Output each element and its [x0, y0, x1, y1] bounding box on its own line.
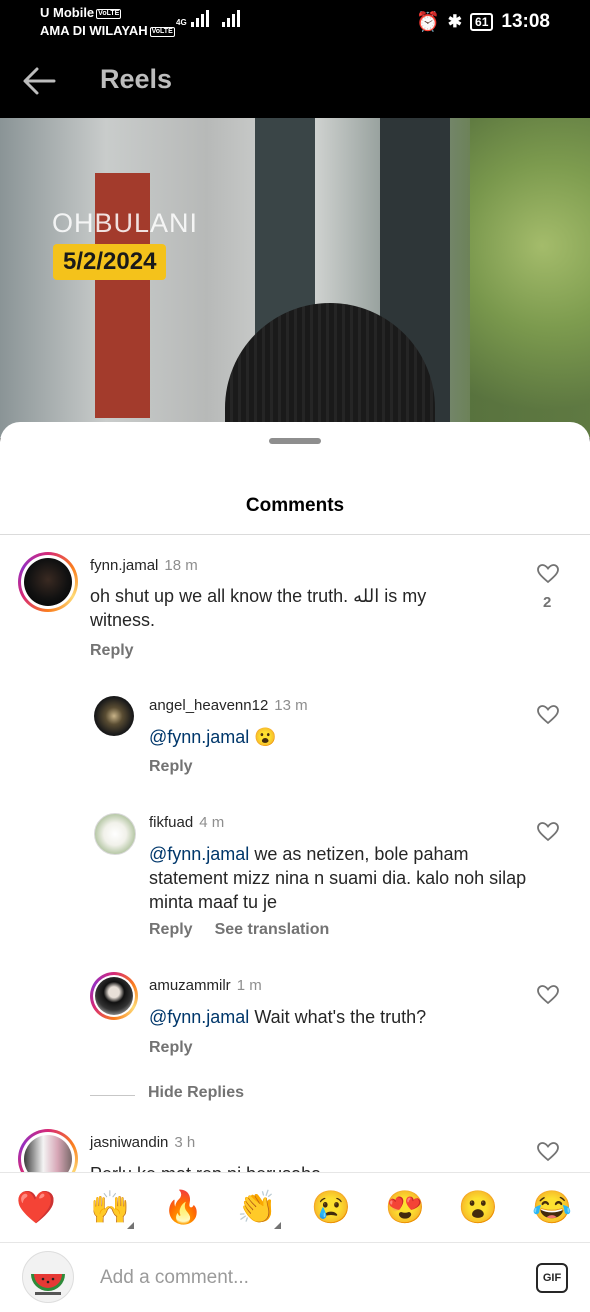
avatar[interactable]: [94, 813, 136, 855]
comment-header: amuzammilr 1 m: [149, 977, 262, 994]
comment-text: @fynn.jamal 😮: [149, 725, 529, 749]
heart-icon[interactable]: [537, 1142, 559, 1167]
crying-emoji-button[interactable]: 😢: [311, 1187, 351, 1227]
signal-icon: 4G: [176, 10, 209, 27]
heart-icon[interactable]: [537, 985, 559, 1010]
mention-link[interactable]: @fynn.jamal: [149, 727, 249, 747]
heart-emoji-button[interactable]: ❤️: [16, 1187, 56, 1227]
reply-button[interactable]: Reply: [149, 758, 193, 776]
comment-time: 1 m: [236, 977, 262, 994]
reel-video[interactable]: OHBULANI 5/2/2024: [0, 118, 590, 438]
signal-icon-2: [222, 10, 240, 27]
comment-header: angel_heavenn12 13 m: [149, 697, 308, 714]
bluetooth-icon: ✱: [447, 12, 463, 31]
reply-button[interactable]: Reply: [149, 921, 193, 938]
comment-time: 13 m: [274, 697, 308, 714]
page-title: Reels: [100, 64, 173, 94]
carrier-name: U Mobile: [40, 5, 95, 20]
username[interactable]: amuzammilr: [149, 977, 231, 994]
watermark-logo: OHBULANI: [52, 208, 199, 238]
network-type: 4G: [176, 18, 187, 27]
comment-header: jasniwandin 3 h: [90, 1134, 195, 1151]
heart-icon[interactable]: [537, 705, 559, 730]
username[interactable]: fynn.jamal: [90, 557, 158, 574]
reply-button[interactable]: Reply: [149, 1039, 193, 1057]
tree: [470, 118, 590, 438]
gif-button[interactable]: GIF: [536, 1263, 568, 1293]
comment-input-bar: Add a comment... GIF: [0, 1242, 590, 1312]
avatar[interactable]: [94, 696, 134, 736]
reply-row: Reply See translation: [149, 921, 329, 939]
hide-replies-line: [90, 1095, 135, 1096]
comment-input[interactable]: Add a comment...: [100, 1267, 249, 1289]
clapping-emoji-button[interactable]: 👏: [237, 1187, 281, 1229]
watermelon-icon: [31, 1274, 65, 1295]
heart-icon[interactable]: [537, 564, 559, 589]
reply-button[interactable]: Reply: [90, 642, 134, 660]
heart-icon[interactable]: [537, 822, 559, 847]
laughing-emoji-button[interactable]: 😂: [532, 1187, 572, 1227]
mention-link[interactable]: @fynn.jamal: [149, 844, 249, 864]
hide-replies-button[interactable]: Hide Replies: [148, 1084, 244, 1102]
carrier-info: U Mobile VoLTE AMA DI WILAYAH VoLTE: [40, 4, 175, 40]
drag-handle[interactable]: [269, 438, 321, 444]
avatar[interactable]: [95, 977, 133, 1015]
emoji-reaction-bar: ❤️ 🙌 🔥 👏 😢 😍 😮 😂: [0, 1172, 590, 1243]
username[interactable]: fikfuad: [149, 814, 193, 831]
comment-body: Wait what's the truth?: [254, 1007, 427, 1027]
comment-text: @fynn.jamal we as netizen, bole paham st…: [149, 842, 529, 914]
comment-time: 4 m: [199, 814, 225, 831]
comment-text: @fynn.jamal Wait what's the truth?: [149, 1005, 529, 1029]
sheet-title: Comments: [245, 495, 345, 516]
surprised-emoji-button[interactable]: 😮: [458, 1187, 498, 1227]
clapping-emoji: 👏: [237, 1189, 277, 1225]
skin-tone-indicator: [127, 1222, 134, 1229]
volte-badge: VoLTE: [96, 8, 122, 19]
alarm-icon: ⏰: [416, 12, 440, 33]
comment-header: fynn.jamal 18 m: [90, 557, 198, 574]
username[interactable]: jasniwandin: [90, 1134, 168, 1151]
status-bar: U Mobile VoLTE AMA DI WILAYAH VoLTE 4G ⏰ ✱…: [0, 0, 590, 44]
comment-time: 3 h: [174, 1134, 196, 1151]
like-count: 2: [543, 594, 552, 611]
date-badge: 5/2/2024: [53, 244, 167, 280]
skin-tone-indicator: [274, 1222, 281, 1229]
back-arrow-icon[interactable]: [22, 66, 56, 101]
avatar[interactable]: [24, 558, 72, 606]
mention-link[interactable]: @fynn.jamal: [149, 1007, 249, 1027]
volte-badge-2: VoLTE: [149, 26, 175, 37]
comment-text: oh shut up we all know the truth. الله i…: [90, 586, 427, 630]
clock: 13:08: [501, 11, 550, 32]
username[interactable]: angel_heavenn12: [149, 697, 268, 714]
raised-hands-emoji-button[interactable]: 🙌: [90, 1187, 134, 1229]
comment-header: fikfuad 4 m: [149, 814, 224, 831]
my-avatar[interactable]: [22, 1251, 74, 1303]
divider: [0, 534, 590, 535]
fire-emoji-button[interactable]: 🔥: [163, 1187, 203, 1227]
comment-time: 18 m: [164, 557, 198, 574]
comments-sheet: Comments fynn.jamal 18 m oh shut up we al…: [0, 422, 590, 1312]
carrier-line2: AMA DI WILAYAH: [40, 23, 148, 38]
top-bar: Reels: [0, 44, 590, 118]
battery-icon: 61: [470, 13, 494, 31]
comment-body: 😮: [254, 727, 277, 747]
heart-eyes-emoji-button[interactable]: 😍: [385, 1187, 425, 1227]
raised-hands-emoji: 🙌: [90, 1189, 130, 1225]
see-translation-button[interactable]: See translation: [215, 921, 330, 938]
